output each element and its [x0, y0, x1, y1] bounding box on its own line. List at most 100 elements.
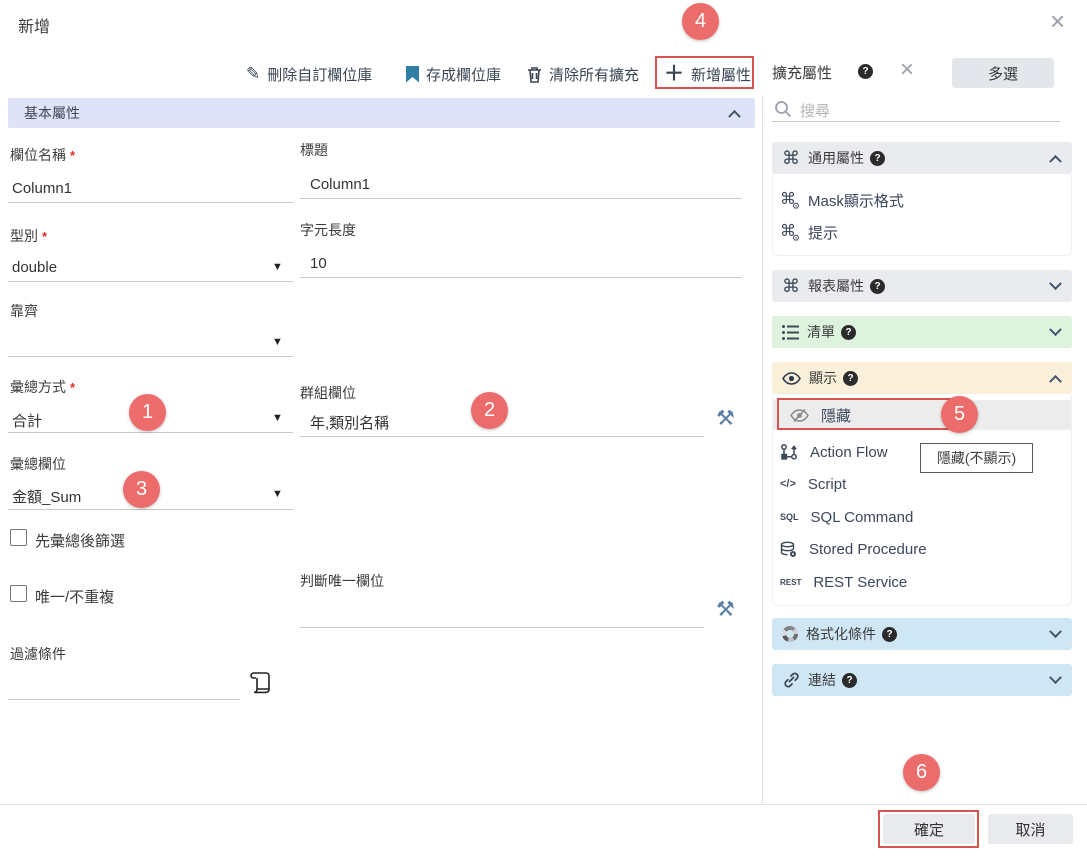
- stored-procedure-label: Stored Procedure: [809, 541, 927, 558]
- list-icon: [782, 324, 799, 340]
- tools-icon[interactable]: ⚒: [716, 406, 735, 431]
- save-as-library-button[interactable]: 存成欄位庫: [406, 60, 501, 88]
- help-icon[interactable]: ?: [843, 371, 858, 386]
- cancel-button[interactable]: 取消: [988, 814, 1073, 844]
- dropdown-arrow-icon[interactable]: ▼: [272, 336, 283, 348]
- align-underline: [8, 356, 293, 357]
- required-asterisk: *: [70, 148, 75, 163]
- search-underline: [772, 121, 1060, 122]
- align-label: 靠齊: [10, 301, 38, 321]
- group-field-input[interactable]: 年,類別名稱: [310, 412, 389, 433]
- command-icon: ⌘: [782, 149, 800, 167]
- rest-icon: REST: [780, 578, 801, 587]
- sidebar-item-sql-command[interactable]: SQL SQL Command: [780, 503, 913, 531]
- add-attribute-button[interactable]: ＋ 新增屬性: [664, 60, 751, 88]
- sidebar-section-general[interactable]: ⌘ 通用屬性 ?: [772, 142, 1072, 174]
- link-icon: [782, 671, 800, 689]
- sidebar-section-conditional-format[interactable]: 格式化條件 ?: [772, 618, 1072, 650]
- dropdown-arrow-icon[interactable]: ▼: [272, 488, 283, 500]
- panel-divider: [762, 95, 763, 805]
- step-badge-6: 6: [903, 754, 940, 791]
- chevron-up-icon: [1049, 374, 1062, 387]
- char-length-input[interactable]: 10: [310, 255, 327, 272]
- group-field-underline: [300, 436, 704, 437]
- script-label: Script: [808, 476, 846, 493]
- sidebar-item-rest-service[interactable]: REST REST Service: [780, 568, 907, 596]
- sidebar-title: 擴充屬性: [772, 62, 832, 83]
- eye-slash-icon: [790, 408, 809, 423]
- hint-label: 提示: [808, 222, 838, 243]
- add-attribute-label: 新增屬性: [691, 64, 751, 85]
- help-icon[interactable]: ?: [842, 673, 857, 688]
- dropdown-arrow-icon[interactable]: ▼: [272, 412, 283, 424]
- action-flow-label: Action Flow: [810, 444, 888, 461]
- section-display-label: 顯示: [809, 368, 837, 388]
- unique-field-underline: [300, 627, 704, 628]
- ok-button[interactable]: 確定: [883, 814, 975, 844]
- sidebar-item-stored-procedure[interactable]: Stored Procedure: [780, 535, 927, 563]
- title-input[interactable]: Column1: [310, 176, 370, 193]
- sidebar-item-mask-format[interactable]: ⌘⚙ Mask顯示格式: [780, 186, 904, 214]
- step-badge-2: 2: [471, 392, 508, 429]
- filter-condition-underline: [8, 699, 240, 700]
- type-select[interactable]: double: [12, 259, 57, 276]
- basic-attributes-section-header[interactable]: 基本屬性: [8, 98, 755, 128]
- action-flow-icon: [780, 443, 798, 461]
- footer-divider: [0, 804, 1087, 805]
- sidebar-item-script[interactable]: </> Script: [780, 470, 846, 498]
- multi-select-button[interactable]: 多選: [952, 58, 1054, 88]
- type-label: 型別*: [10, 226, 47, 246]
- step-badge-5: 5: [941, 396, 978, 433]
- sidebar-close-icon[interactable]: ×: [900, 58, 914, 82]
- section-general-label: 通用屬性: [808, 148, 864, 168]
- sidebar-section-link[interactable]: 連結 ?: [772, 664, 1072, 696]
- sidebar-section-report[interactable]: ⌘ 報表屬性 ?: [772, 270, 1072, 302]
- search-input[interactable]: 搜尋: [800, 100, 830, 121]
- sidebar-item-hint[interactable]: ⌘⚙ 提示: [780, 218, 838, 246]
- eye-icon: [782, 372, 801, 385]
- section-conditional-format-label: 格式化條件: [806, 624, 876, 644]
- delete-custom-library-button[interactable]: ✎ 刪除自訂欄位庫: [246, 60, 372, 88]
- script-scroll-icon[interactable]: [248, 670, 272, 696]
- clear-all-extensions-button[interactable]: 清除所有擴充: [527, 60, 639, 88]
- aggregate-method-label: 彙總方式*: [10, 377, 75, 397]
- dropdown-arrow-icon[interactable]: ▼: [272, 261, 283, 273]
- aggregate-field-select[interactable]: 金額_Sum: [12, 486, 81, 507]
- bookmark-icon: [406, 66, 419, 83]
- section-report-label: 報表屬性: [808, 276, 864, 296]
- field-name-input[interactable]: Column1: [12, 180, 72, 197]
- help-icon[interactable]: ?: [870, 151, 885, 166]
- sidebar-item-action-flow[interactable]: Action Flow: [780, 438, 888, 466]
- section-link-label: 連結: [808, 670, 836, 690]
- help-icon[interactable]: ?: [858, 64, 873, 79]
- step-badge-4: 4: [682, 3, 719, 40]
- help-icon[interactable]: ?: [841, 325, 856, 340]
- section-list-label: 清單: [807, 322, 835, 342]
- help-icon[interactable]: ?: [870, 279, 885, 294]
- aggregate-field-underline: [8, 509, 293, 510]
- help-icon[interactable]: ?: [882, 627, 897, 642]
- aggregate-then-filter-checkbox[interactable]: [10, 529, 27, 546]
- page-title: 新增: [18, 13, 50, 37]
- command-icon: ⌘: [782, 277, 800, 295]
- step-badge-1: 1: [129, 394, 166, 431]
- unique-field-label: 判斷唯一欄位: [300, 571, 384, 591]
- save-as-library-label: 存成欄位庫: [426, 64, 501, 85]
- hide-tooltip: 隱藏(不顯示): [920, 443, 1033, 473]
- dialog-close-icon[interactable]: ×: [1050, 8, 1065, 34]
- char-length-label: 字元長度: [300, 220, 356, 240]
- aggregate-then-filter-label: 先彙總後篩選: [35, 530, 125, 551]
- tools-icon[interactable]: ⚒: [716, 597, 735, 622]
- type-underline: [8, 281, 293, 282]
- unique-checkbox[interactable]: [10, 585, 27, 602]
- trash-icon: [527, 66, 542, 83]
- hide-label: 隱藏: [821, 405, 851, 426]
- chevron-down-icon: [1049, 323, 1062, 336]
- sidebar-item-hide[interactable]: 隱藏: [790, 401, 851, 429]
- sidebar-section-list[interactable]: 清單 ?: [772, 316, 1072, 348]
- aggregate-method-select[interactable]: 合計: [12, 410, 42, 431]
- sidebar-section-display[interactable]: 顯示 ?: [772, 362, 1072, 394]
- chevron-up-icon: [1049, 154, 1062, 167]
- aggregate-field-label: 彙總欄位: [10, 454, 66, 474]
- command-gear-icon: ⌘⚙: [780, 192, 796, 208]
